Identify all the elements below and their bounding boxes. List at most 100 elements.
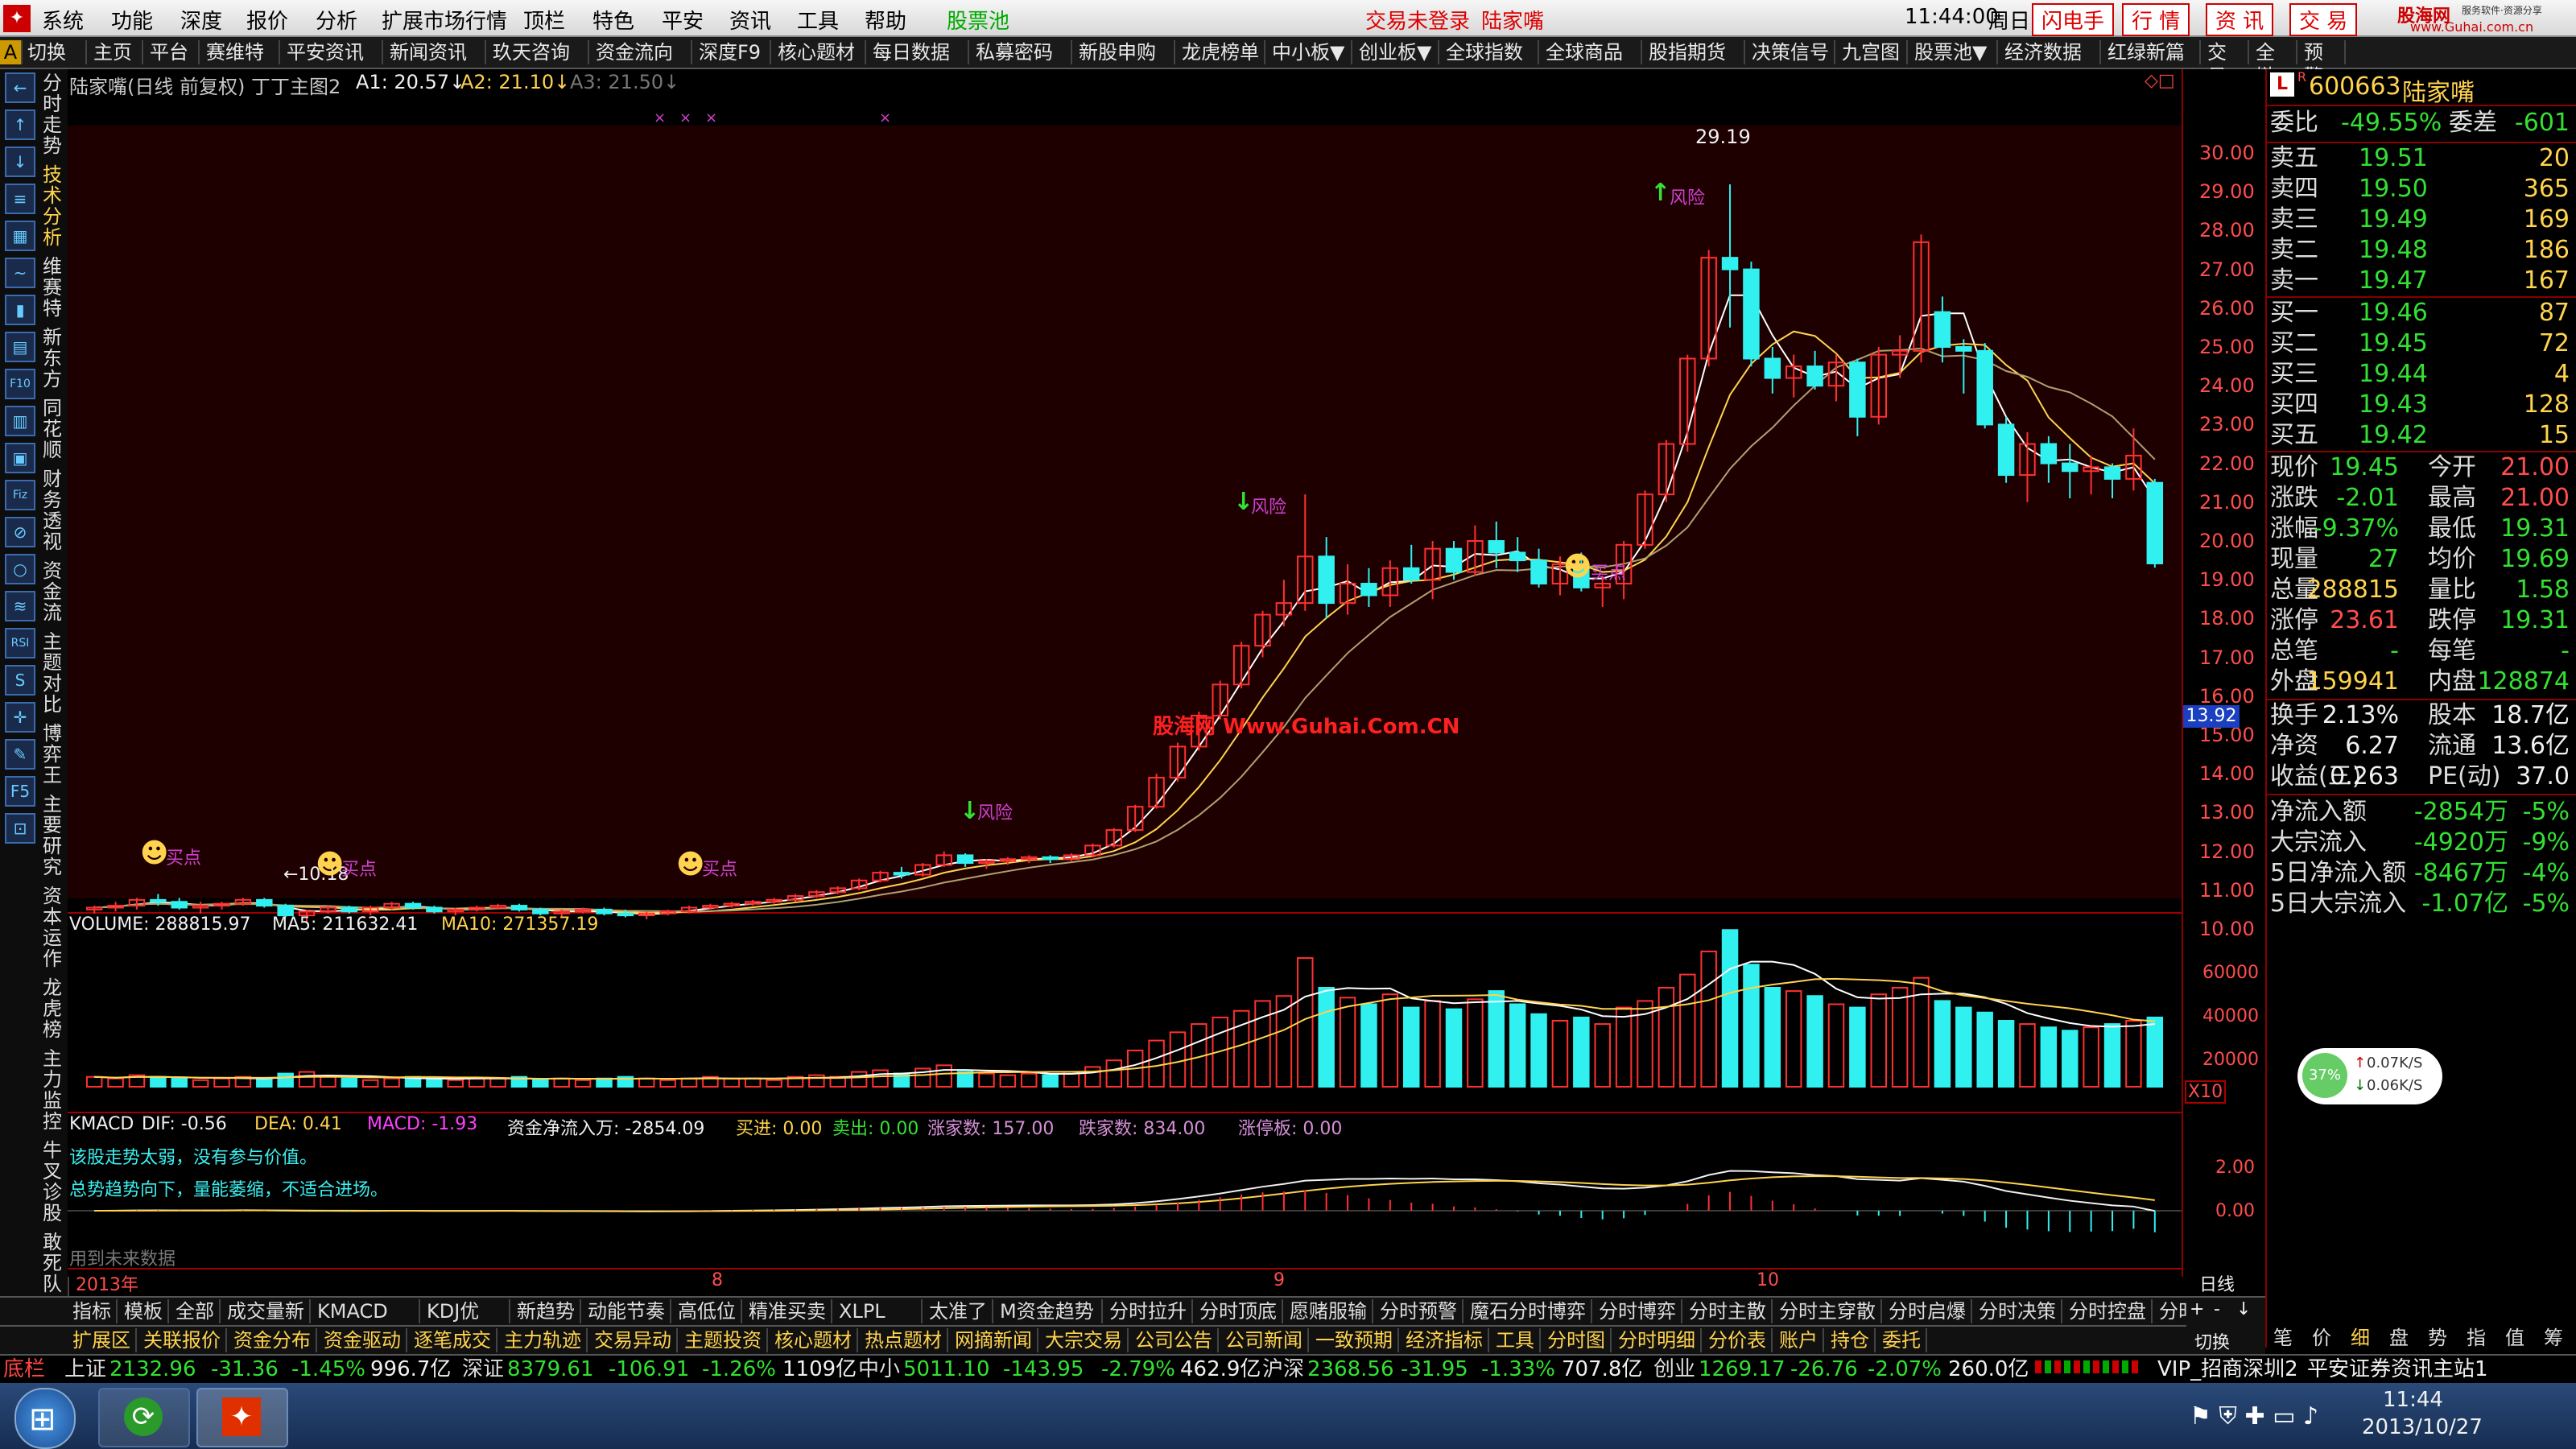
quote-tab[interactable]: 筹 bbox=[2544, 1322, 2563, 1350]
toolbar-item[interactable]: 新闻资讯▼ bbox=[385, 40, 486, 88]
toolbar-a-icon[interactable]: A bbox=[0, 40, 23, 64]
toolbar-item[interactable]: 全撤 bbox=[2251, 40, 2297, 88]
sell-level-row[interactable]: 卖三 19.49 169 bbox=[2270, 204, 2576, 235]
stat-row[interactable]: 涨停 23.61 跌停 19.31 bbox=[2270, 605, 2576, 636]
tray-icons[interactable]: ⚑ ⛨ ✚ ▭ ♪ bbox=[2190, 1402, 2318, 1430]
news-server[interactable]: 平安证券资讯主站1 bbox=[2307, 1356, 2488, 1383]
menu-button[interactable]: 资 讯 bbox=[2206, 3, 2274, 36]
left-tool-icon[interactable]: ⊡ bbox=[5, 813, 35, 844]
left-tab[interactable]: 新东方 bbox=[40, 327, 64, 390]
menu-button[interactable]: 交 易 bbox=[2289, 3, 2358, 36]
bottom-tab[interactable]: 工具 bbox=[1491, 1328, 1541, 1352]
quote-tab[interactable]: 盘 bbox=[2389, 1322, 2409, 1350]
bottom-tab[interactable]: 全部 bbox=[171, 1299, 221, 1323]
menu-item[interactable]: 工具 bbox=[797, 5, 839, 35]
fund-flow-row[interactable]: 净流入额 -2854万 -5% bbox=[2270, 797, 2576, 828]
stat-row[interactable]: 外盘 159941 内盘 128874 bbox=[2270, 667, 2576, 697]
toolbar-item[interactable]: 红绿新篇 bbox=[2103, 40, 2201, 64]
bottom-tab[interactable]: 动能节奏 bbox=[583, 1299, 671, 1323]
toolbar-item[interactable]: 经济数据▼ bbox=[2000, 40, 2101, 88]
toolbar-item[interactable]: 私募密码▼ bbox=[971, 40, 1072, 88]
menu-button[interactable]: 行 情 bbox=[2122, 3, 2190, 36]
bottom-tab[interactable]: 逐笔成交 bbox=[409, 1328, 497, 1352]
bottom-tab[interactable]: 分时博弈 bbox=[1594, 1299, 1682, 1323]
bottom-tab[interactable]: KMACD bbox=[312, 1299, 420, 1323]
level-l-icon[interactable]: L bbox=[2270, 72, 2294, 97]
left-tool-icon[interactable]: ▤ bbox=[5, 332, 35, 362]
menu-item[interactable]: 扩展市场行情 bbox=[382, 5, 507, 35]
start-button[interactable]: ⊞ bbox=[14, 1388, 76, 1449]
menu-item[interactable]: 深度 bbox=[180, 5, 222, 35]
cursor-down[interactable]: ↓ bbox=[2236, 1299, 2251, 1319]
left-tool-icon[interactable]: S bbox=[5, 665, 35, 696]
chart-area[interactable]: × × × × 陆家嘴(日线 前复权) 丁丁主图2 A1: 20.57↓ A2: 21… bbox=[68, 69, 2182, 1295]
left-tool-icon[interactable]: RSI bbox=[5, 628, 35, 658]
bottom-tab[interactable]: 委托 bbox=[1877, 1328, 1927, 1352]
bottom-tab[interactable]: 公司新闻 bbox=[1220, 1328, 1309, 1352]
bottom-tab[interactable]: KDJ优 bbox=[422, 1299, 510, 1323]
left-tab[interactable]: 同花顺 bbox=[40, 398, 64, 460]
left-tool-icon[interactable]: ↑ bbox=[5, 109, 35, 140]
bottom-tab[interactable]: 网摘新闻 bbox=[950, 1328, 1038, 1352]
bottom-tab[interactable]: 分时明细 bbox=[1613, 1328, 1702, 1352]
left-tab[interactable]: 技术分析 bbox=[40, 164, 64, 248]
buy-level-row[interactable]: 买三 19.44 4 bbox=[2270, 359, 2576, 390]
left-tool-icon[interactable]: ⊘ bbox=[5, 517, 35, 547]
fund-flow-row[interactable]: 大宗流入 -4920万 -9% bbox=[2270, 828, 2576, 858]
left-tab[interactable]: 资本运作 bbox=[40, 886, 64, 969]
bottom-tab[interactable]: 公司公告 bbox=[1130, 1328, 1219, 1352]
idx-cy-name[interactable]: 创业 bbox=[1653, 1356, 1695, 1383]
toolbar-item[interactable]: 中小板▼ bbox=[1267, 40, 1352, 64]
sell-level-row[interactable]: 卖一 19.47 167 bbox=[2270, 266, 2576, 296]
toolbar-item[interactable]: 玖天咨询▼ bbox=[488, 40, 589, 88]
quote-tab[interactable]: 价 bbox=[2312, 1322, 2331, 1350]
bottom-tab[interactable]: 核心题材 bbox=[770, 1328, 858, 1352]
bottom-tab[interactable]: 分时图 bbox=[1542, 1328, 1612, 1352]
stat2-row[interactable]: 净资 6.27 流通 13.6亿 bbox=[2270, 731, 2576, 762]
idx-zx-name[interactable]: 中小 bbox=[858, 1356, 900, 1383]
stat2-row[interactable]: 换手 2.13% 股本 18.7亿 bbox=[2270, 700, 2576, 731]
bottom-tab[interactable]: XLPL bbox=[834, 1299, 923, 1323]
quote-tab[interactable]: 值 bbox=[2505, 1322, 2524, 1350]
menu-item[interactable]: 分析 bbox=[316, 5, 357, 35]
stat-row[interactable]: 总量 288815 量比 1.58 bbox=[2270, 575, 2576, 605]
left-tab[interactable]: 主力监控 bbox=[40, 1048, 64, 1132]
toolbar-item[interactable]: 每日数据▼ bbox=[868, 40, 969, 88]
stat-row[interactable]: 涨跌 -2.01 最高 21.00 bbox=[2270, 483, 2576, 514]
toolbar-item[interactable]: 主页 bbox=[89, 40, 143, 64]
bottom-tab[interactable]: 关联报价 bbox=[138, 1328, 227, 1352]
login-status[interactable]: 交易未登录 bbox=[1365, 5, 1470, 35]
sell-level-row[interactable]: 卖四 19.50 365 bbox=[2270, 174, 2576, 204]
menu-item[interactable]: 报价 bbox=[246, 5, 288, 35]
cursor-minus[interactable]: - bbox=[2214, 1299, 2220, 1319]
sell-level-row[interactable]: 卖五 19.51 20 bbox=[2270, 143, 2576, 174]
toolbar-item[interactable]: 决策信号 bbox=[1747, 40, 1835, 64]
left-tab[interactable]: 分时走势 bbox=[40, 72, 64, 156]
menu-item[interactable]: 平安 bbox=[662, 5, 704, 35]
toolbar-item[interactable]: 平安资讯▼ bbox=[282, 40, 383, 88]
bottom-tab[interactable]: 分时主散 bbox=[1684, 1299, 1773, 1323]
left-tab[interactable]: 博弈王 bbox=[40, 723, 64, 786]
buy-level-row[interactable]: 买二 19.45 72 bbox=[2270, 328, 2576, 359]
left-tool-icon[interactable]: ▥ bbox=[5, 406, 35, 436]
idx-sh-name[interactable]: 上证 bbox=[64, 1356, 106, 1383]
left-tool-icon[interactable]: ▣ bbox=[5, 443, 35, 473]
bottom-tab[interactable]: 分时预警 bbox=[1375, 1299, 1463, 1323]
toolbar-item[interactable]: 深度F9 bbox=[694, 40, 771, 64]
toolbar-item[interactable]: 全球商品▼ bbox=[1541, 40, 1642, 88]
k-line-chart[interactable]: × × × × bbox=[68, 69, 2182, 1277]
bottom-tab[interactable]: 账户 bbox=[1774, 1328, 1824, 1352]
bottom-tab[interactable]: 一致预期 bbox=[1311, 1328, 1399, 1352]
buy-level-row[interactable]: 买四 19.43 128 bbox=[2270, 390, 2576, 420]
stat2-row[interactable]: 收益(三) 0.263 PE(动) 37.0 bbox=[2270, 762, 2576, 792]
left-tab[interactable]: 牛叉诊股 bbox=[40, 1140, 64, 1224]
bottom-tab[interactable]: 新趋势 bbox=[512, 1299, 581, 1323]
stat-row[interactable]: 现量 27 均价 19.69 bbox=[2270, 544, 2576, 575]
bottom-tab[interactable]: 太准了 bbox=[924, 1299, 993, 1323]
idx-sz-name[interactable]: 深证 bbox=[462, 1356, 504, 1383]
toolbar-item[interactable]: 新股申购▼ bbox=[1074, 40, 1175, 88]
menu-item[interactable]: 顶栏 bbox=[523, 5, 565, 35]
quote-tab[interactable]: 细 bbox=[2351, 1322, 2370, 1350]
stat-row[interactable]: 现价 19.45 今开 21.00 bbox=[2270, 452, 2576, 483]
bottom-tab[interactable]: 分时启爆 bbox=[1884, 1299, 1972, 1323]
